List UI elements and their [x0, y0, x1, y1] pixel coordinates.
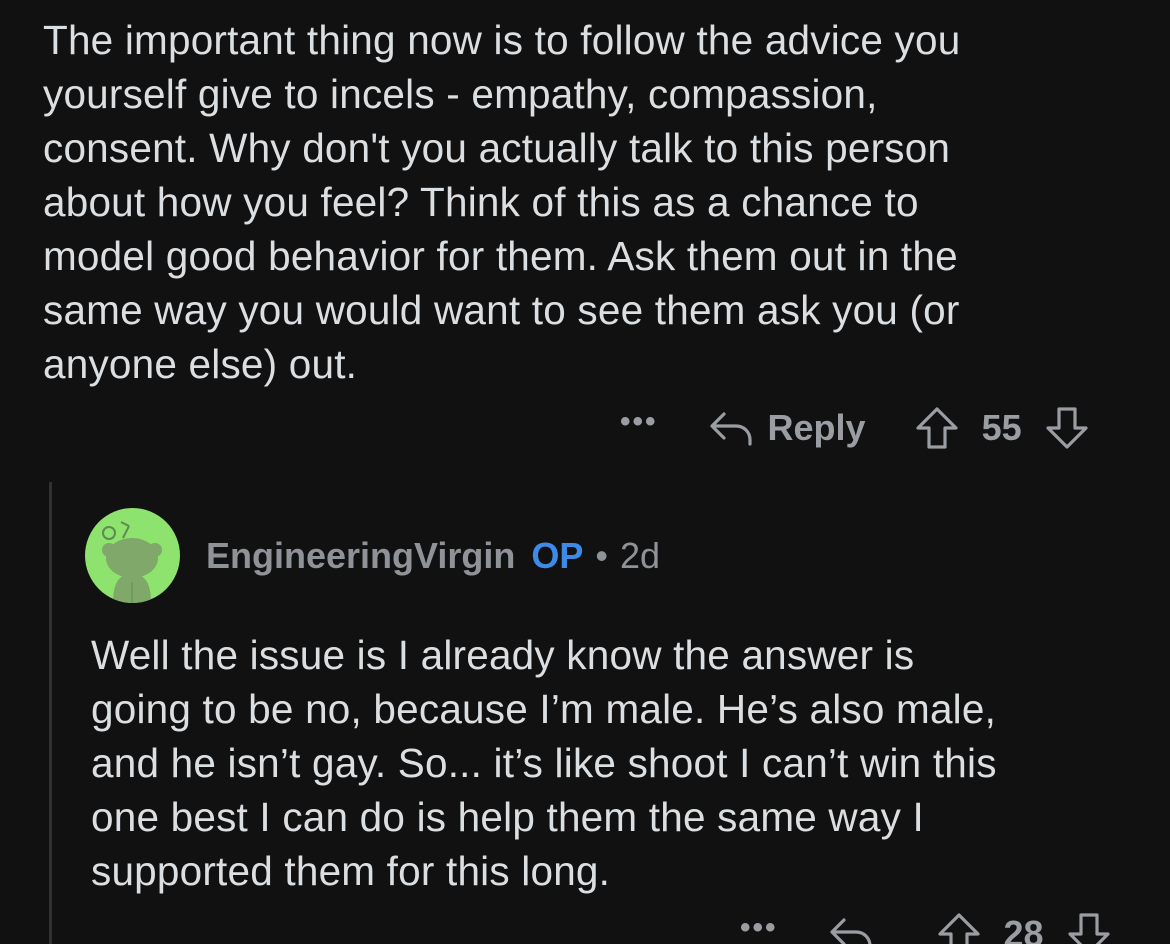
upvote-arrow-icon[interactable]: [914, 405, 960, 451]
op-badge: OP: [531, 534, 584, 576]
downvote-arrow-icon[interactable]: [1044, 405, 1090, 451]
comment-line: anyone else) out.: [43, 341, 358, 387]
reply-button[interactable]: [828, 914, 888, 944]
reply-arrow-icon: [708, 408, 754, 448]
more-options-button[interactable]: •••: [620, 405, 658, 439]
avatar[interactable]: [85, 508, 180, 603]
more-options-button[interactable]: •••: [740, 911, 778, 944]
comment-line: model good behavior for them. Ask them o…: [43, 233, 958, 279]
meta-separator: •: [595, 534, 608, 576]
comment-line: about how you feel? Think of this as a c…: [43, 179, 919, 225]
comment-line: Well the issue is I already know the ans…: [91, 632, 915, 678]
reply-label: Reply: [767, 407, 866, 448]
comment-line: going to be no, because I’m male. He’s a…: [91, 686, 997, 732]
comment-age: 2d: [620, 534, 661, 576]
comment-line: yourself give to incels - empathy, compa…: [43, 71, 878, 117]
vote-controls: 55: [914, 405, 1090, 451]
snoo-avatar-icon: [85, 521, 180, 603]
parent-comment-actions: ••• Reply 55: [620, 404, 1090, 452]
reply-comment-body: Well the issue is I already know the ans…: [91, 628, 997, 898]
comment-line: consent. Why don't you actually talk to …: [43, 125, 951, 171]
upvote-arrow-icon[interactable]: [936, 911, 982, 944]
comment-line: The important thing now is to follow the…: [43, 17, 961, 63]
parent-comment-body: The important thing now is to follow the…: [43, 13, 960, 391]
vote-count: 28: [1003, 913, 1044, 944]
comment-line: one best I can do is help them the same …: [91, 794, 924, 840]
vote-count: 55: [981, 407, 1022, 448]
reply-comment-meta: EngineeringVirgin OP • 2d: [85, 508, 660, 603]
vote-controls: 28: [936, 911, 1112, 944]
downvote-arrow-icon[interactable]: [1066, 911, 1112, 944]
comment-line: same way you would want to see them ask …: [43, 287, 960, 333]
reply-arrow-icon: [828, 914, 874, 944]
username-link[interactable]: EngineeringVirgin: [206, 535, 515, 577]
comment-line: and he isn’t gay. So... it’s like shoot …: [91, 740, 997, 786]
thread-indent-line[interactable]: [49, 482, 52, 944]
comment-line: supported them for this long.: [91, 848, 611, 894]
reply-comment-actions: ••• 28: [740, 910, 1112, 944]
reply-button[interactable]: Reply: [708, 407, 866, 449]
